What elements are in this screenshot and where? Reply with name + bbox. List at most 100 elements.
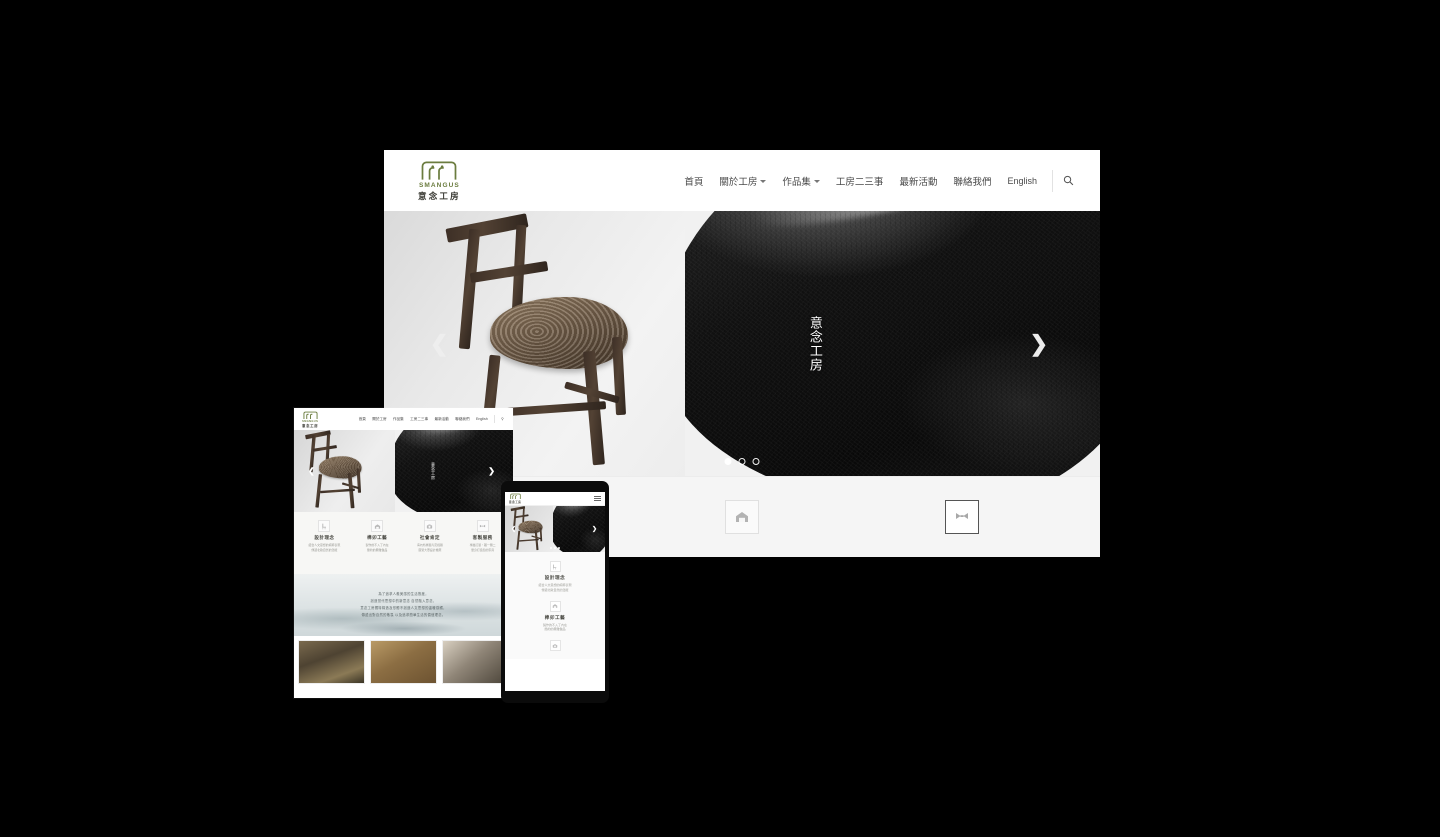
site-logo[interactable]: SMANGUS 意念工房 bbox=[418, 160, 461, 201]
tablet-navigation: 首頁 關於工房 作品集 工房二三事 最新活動 聯絡我們 English ⚲ bbox=[356, 415, 508, 423]
tablet-header: SMANGUS 意念工房 首頁 關於工房 作品集 工房二三事 最新活動 聯絡我們… bbox=[294, 408, 513, 430]
search-glyph bbox=[1063, 175, 1073, 186]
feature-title: 設計理念 bbox=[544, 575, 566, 580]
carousel-dot-3[interactable] bbox=[752, 458, 760, 465]
feature-title: 榫卯工藝 bbox=[544, 614, 566, 620]
nav-item-works[interactable]: 作品集 bbox=[774, 174, 828, 188]
tablet-nav-news[interactable]: 最新活動 bbox=[431, 417, 452, 422]
phone-dot-1[interactable] bbox=[550, 547, 552, 549]
quote-line-4: 傳遞出對自然的敬畏 以及追求簡單生活的價值理念。 bbox=[361, 612, 446, 617]
main-navigation: 首頁 關於工房 作品集 工房二三事 最新活動 聯絡我們 English bbox=[676, 169, 1076, 192]
phone-hero-carousel[interactable]: ❮ ❯ bbox=[505, 506, 605, 552]
two-faces-logo-icon bbox=[422, 161, 457, 180]
gallery-item[interactable] bbox=[442, 640, 509, 684]
nav-item-stories[interactable]: 工房二三事 bbox=[828, 174, 892, 188]
quote-section: 為了追求人義美感的生活態度， 創造當代思想中的新意念 自然融入意念， 意念工房獨… bbox=[294, 574, 513, 636]
nav-item-about[interactable]: 關於工房 bbox=[711, 174, 774, 188]
quote-line-3: 意念工房獨特構造及形體不創造人文思想的溫暖感觸， bbox=[360, 606, 447, 610]
phone-mockup: 意念工房 ❮ ❯ 設計理念 結合人文思想的純粹表現 傳遞北歐自然的溫暖 榫卯工藝… bbox=[501, 481, 609, 703]
phone-header: 意念工房 bbox=[505, 492, 605, 506]
nav-item-contact[interactable]: 聯絡我們 bbox=[945, 174, 999, 188]
two-faces-logo-icon bbox=[509, 493, 521, 500]
nav-item-english[interactable]: English bbox=[999, 176, 1045, 186]
tablet-feature-craft[interactable]: 榫卯工藝 製作的不入丁內在 簡約的典雅做品 bbox=[352, 520, 403, 574]
camera-icon bbox=[423, 520, 436, 532]
tablet-logo[interactable]: SMANGUS 意念工房 bbox=[302, 411, 318, 428]
joint-icon bbox=[476, 520, 489, 532]
phone-dot-2[interactable] bbox=[554, 547, 556, 549]
phone-carousel-dots bbox=[550, 547, 560, 549]
feature-desc-2: 傳遞北歐自然的溫暖 bbox=[541, 587, 569, 592]
phone-feature-recognition[interactable] bbox=[505, 637, 605, 659]
chair-icon bbox=[318, 520, 331, 532]
gallery-row bbox=[294, 636, 513, 688]
quote-text: 為了追求人義美感的生活態度， 創造當代思想中的新意念 自然融入意念， 意念工房獨… bbox=[360, 591, 446, 619]
search-icon[interactable] bbox=[1060, 173, 1076, 189]
hero-vertical-title: 意念工房 bbox=[807, 315, 823, 372]
nav-label: 工房二三事 bbox=[835, 176, 884, 188]
nav-label: 作品集 bbox=[782, 176, 811, 188]
feature-icon-joint[interactable] bbox=[945, 500, 979, 534]
tablet-nav-about[interactable]: 關於工房 bbox=[369, 417, 390, 422]
feature-title: 設計理念 bbox=[314, 535, 335, 540]
nav-label: 首頁 bbox=[684, 176, 704, 188]
logo-brand-en: SMANGUS bbox=[418, 182, 460, 190]
nav-item-news[interactable]: 最新活動 bbox=[891, 174, 945, 188]
tablet-feature-design[interactable]: 設計理念 結合人文思想的純粹表現 傳遞北歐自然的溫暖 bbox=[299, 520, 350, 574]
tablet-mockup: SMANGUS 意念工房 首頁 關於工房 作品集 工房二三事 最新活動 聯絡我們… bbox=[294, 408, 513, 698]
nav-label: English bbox=[1007, 175, 1037, 186]
carousel-prev-button[interactable]: ❮ bbox=[430, 332, 448, 355]
camera-icon bbox=[549, 640, 561, 652]
nav-item-home[interactable]: 首頁 bbox=[676, 174, 711, 188]
phone-dot-3[interactable] bbox=[558, 547, 560, 549]
carousel-dot-1[interactable] bbox=[724, 458, 732, 465]
gallery-item[interactable] bbox=[298, 640, 365, 684]
feature-icon-workshop[interactable] bbox=[725, 500, 759, 534]
hamburger-menu-icon[interactable] bbox=[594, 495, 601, 502]
phone-hero-right bbox=[553, 506, 605, 552]
gallery-item[interactable] bbox=[370, 640, 437, 684]
phone-brand-cn: 意念工房 bbox=[509, 501, 522, 504]
phone-logo[interactable]: 意念工房 bbox=[509, 493, 521, 504]
nav-divider bbox=[1052, 169, 1053, 192]
nav-label: 最新活動 bbox=[899, 176, 938, 188]
tablet-nav-works[interactable]: 作品集 bbox=[390, 417, 407, 422]
site-header: SMANGUS 意念工房 首頁 關於工房 作品集 工房二三事 最新活動 聯絡我們… bbox=[384, 150, 1100, 211]
screenshot-stage: SMANGUS 意念工房 首頁 關於工房 作品集 工房二三事 最新活動 聯絡我們… bbox=[0, 0, 1440, 837]
tablet-nav-divider bbox=[493, 415, 495, 423]
tablet-carousel-prev[interactable]: ❮ bbox=[308, 467, 315, 476]
phone-feature-design[interactable]: 設計理念 結合人文思想的純粹表現 傳遞北歐自然的溫暖 bbox=[505, 558, 605, 598]
tablet-nav-stories[interactable]: 工房二三事 bbox=[407, 417, 431, 422]
tablet-hero-carousel[interactable]: 意念工房 ❮ ❯ bbox=[294, 430, 513, 512]
phone-carousel-prev[interactable]: ❮ bbox=[511, 526, 516, 533]
chevron-down-icon bbox=[813, 180, 820, 183]
feature-title: 榫卯工藝 bbox=[367, 535, 388, 540]
tablet-nav-contact[interactable]: 聯絡我們 bbox=[452, 417, 473, 422]
phone-screen: 意念工房 ❮ ❯ 設計理念 結合人文思想的純粹表現 傳遞北歐自然的溫暖 榫卯工藝… bbox=[505, 492, 605, 691]
tablet-carousel-next[interactable]: ❯ bbox=[488, 467, 495, 476]
carousel-dot-2[interactable] bbox=[738, 458, 746, 465]
carousel-next-button[interactable]: ❯ bbox=[1030, 332, 1048, 355]
phone-chair-image bbox=[510, 506, 556, 551]
tablet-features: 設計理念 結合人文思想的純粹表現 傳遞北歐自然的溫暖 榫卯工藝 製作的不入丁內在… bbox=[294, 512, 513, 574]
phone-features: 設計理念 結合人文思想的純粹表現 傳遞北歐自然的溫暖 榫卯工藝 製作的不入丁內在… bbox=[505, 552, 605, 660]
ink-stone-texture bbox=[553, 506, 605, 552]
carousel-dots bbox=[724, 458, 760, 465]
logo-brand-cn: 意念工房 bbox=[418, 190, 461, 201]
tablet-feature-recognition[interactable]: 社會肯定 海內外屢獲肯定媒體 廣受大眾設計推薦 bbox=[405, 520, 456, 574]
tablet-nav-home[interactable]: 首頁 bbox=[356, 417, 370, 422]
chair-icon bbox=[549, 561, 561, 572]
feature-desc-2: 簡約的典雅做品 bbox=[544, 627, 566, 632]
phone-carousel-next[interactable]: ❯ bbox=[592, 526, 597, 533]
quote-line-2: 創造當代思想中的新意念 自然融入意念， bbox=[370, 599, 437, 604]
workshop-icon bbox=[549, 600, 561, 612]
tablet-search-icon[interactable]: ⚲ bbox=[498, 417, 507, 421]
tablet-hero-title: 意念工房 bbox=[430, 462, 436, 480]
tablet-nav-english[interactable]: English bbox=[473, 417, 491, 421]
feature-desc-2: 廣受大眾設計推薦 bbox=[418, 547, 442, 552]
phone-feature-craft[interactable]: 榫卯工藝 製作的不入丁內在 簡約的典雅做品 bbox=[505, 598, 605, 638]
tablet-chair-image bbox=[304, 430, 362, 509]
feature-title: 社會肯定 bbox=[419, 535, 440, 540]
feature-desc-2: 簡約的典雅做品 bbox=[367, 547, 388, 552]
feature-desc-2: 傳遞北歐自然的溫暖 bbox=[311, 547, 338, 552]
